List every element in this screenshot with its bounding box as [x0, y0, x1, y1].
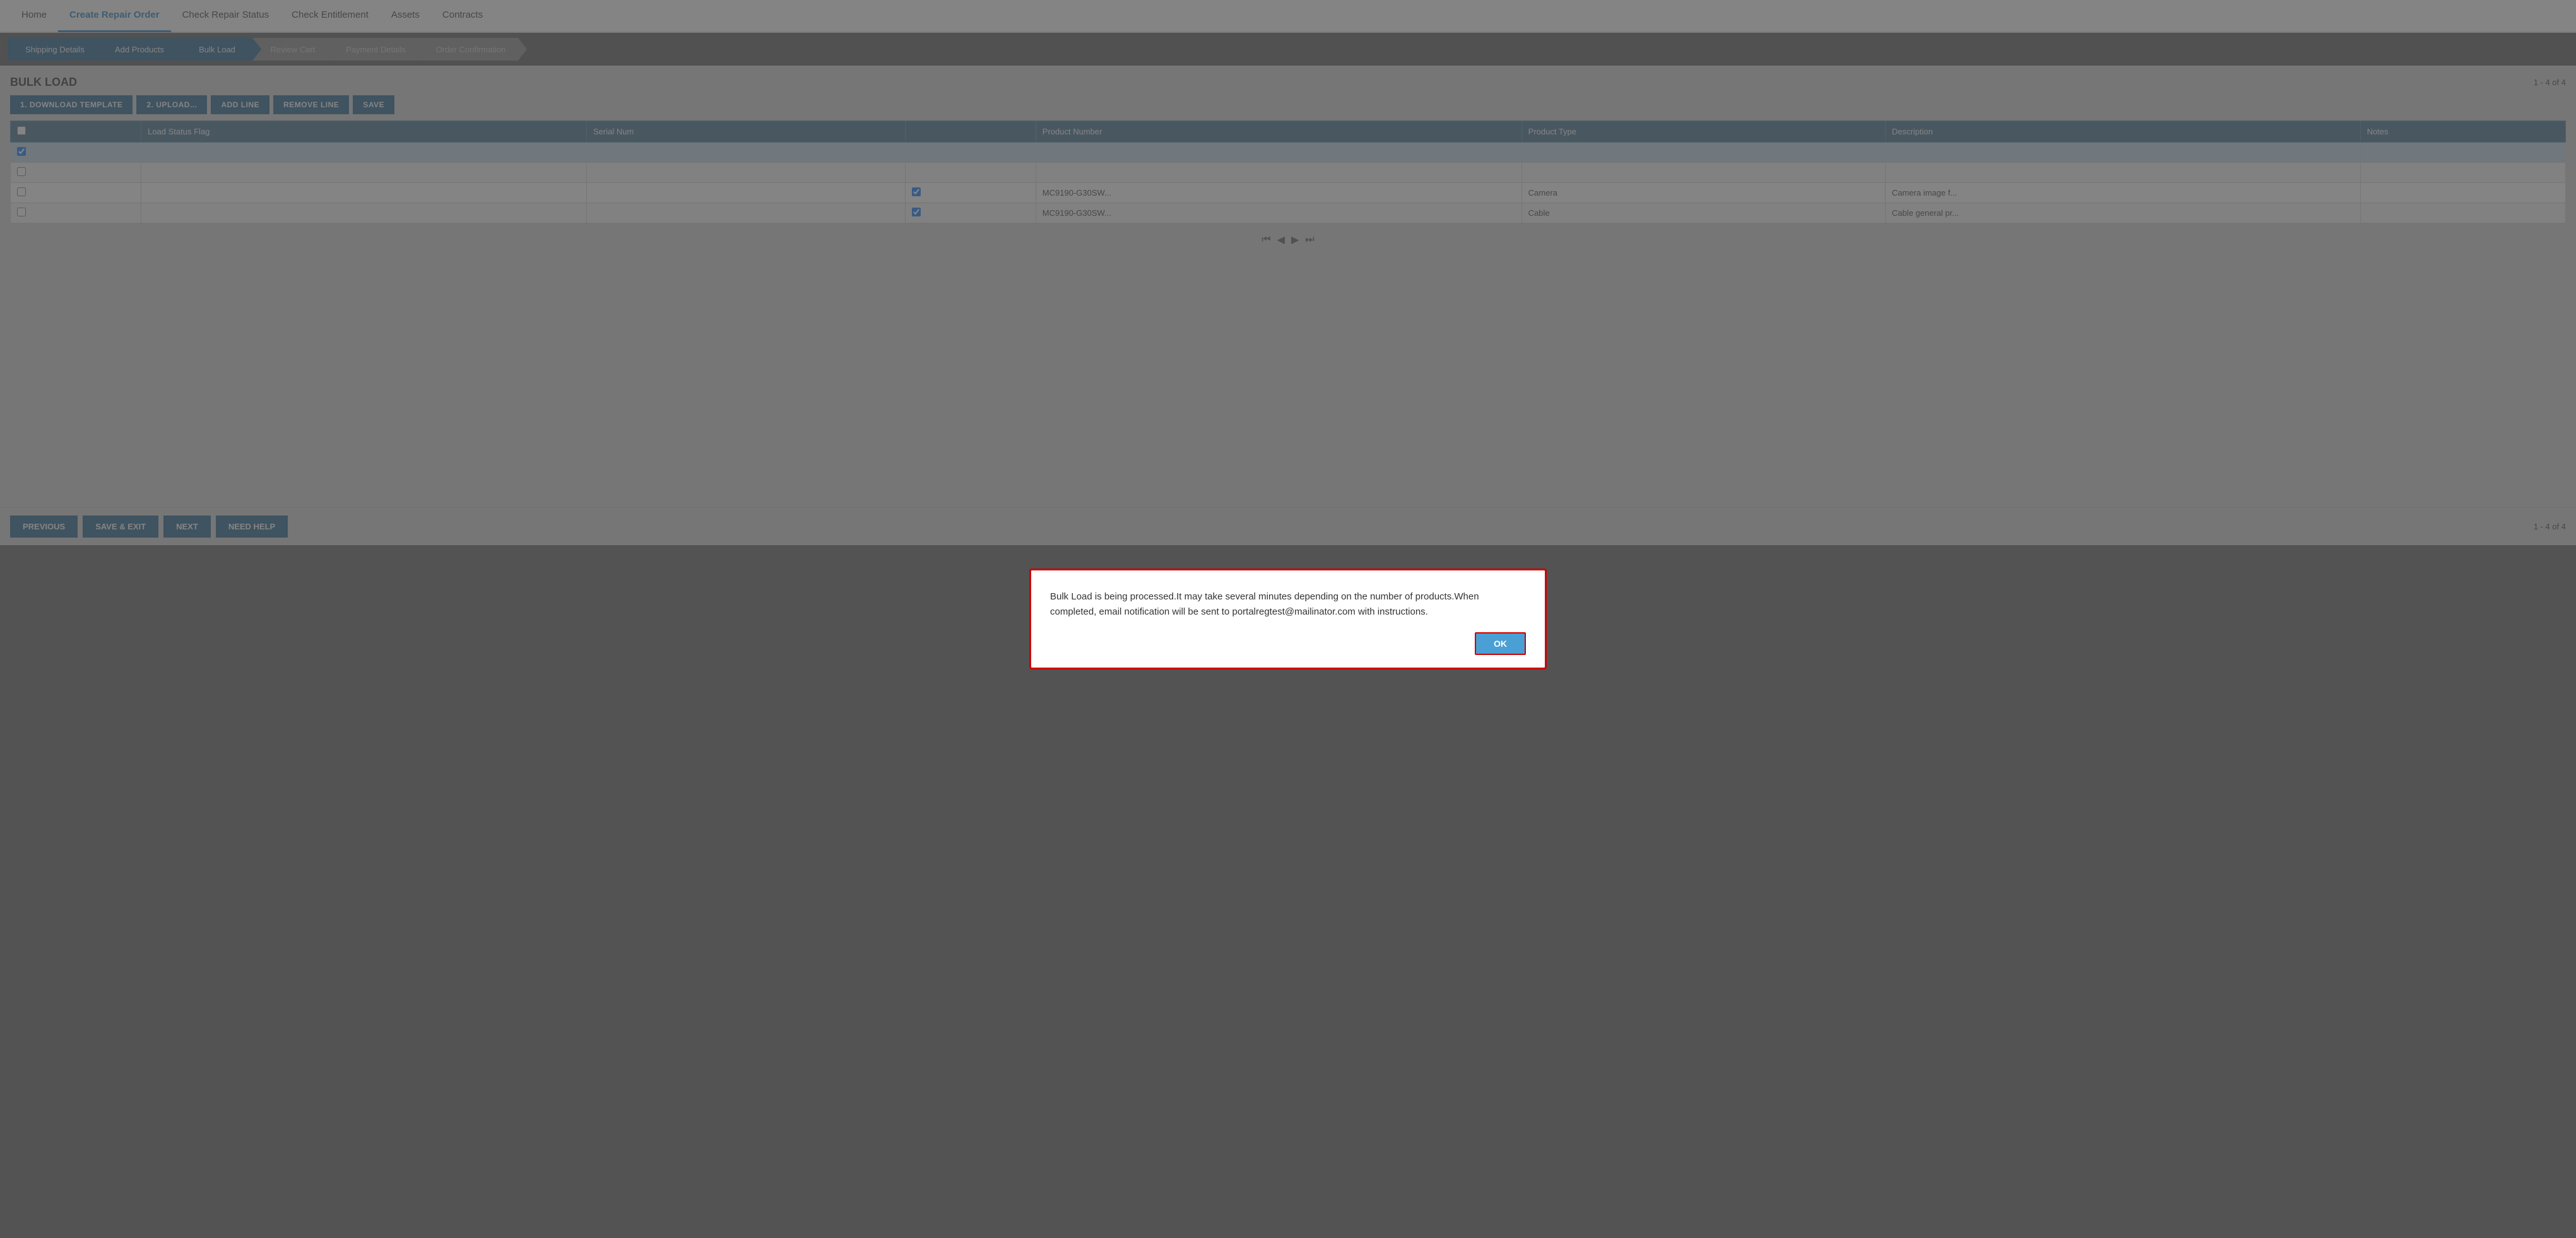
dialog-ok-button[interactable]: OK — [1475, 632, 1526, 655]
bulk-load-dialog: Bulk Load is being processed.It may take… — [1029, 569, 1547, 669]
dialog-footer: OK — [1050, 632, 1526, 655]
modal-overlay: Bulk Load is being processed.It may take… — [0, 0, 2576, 1238]
dialog-message: Bulk Load is being processed.It may take… — [1050, 589, 1526, 620]
